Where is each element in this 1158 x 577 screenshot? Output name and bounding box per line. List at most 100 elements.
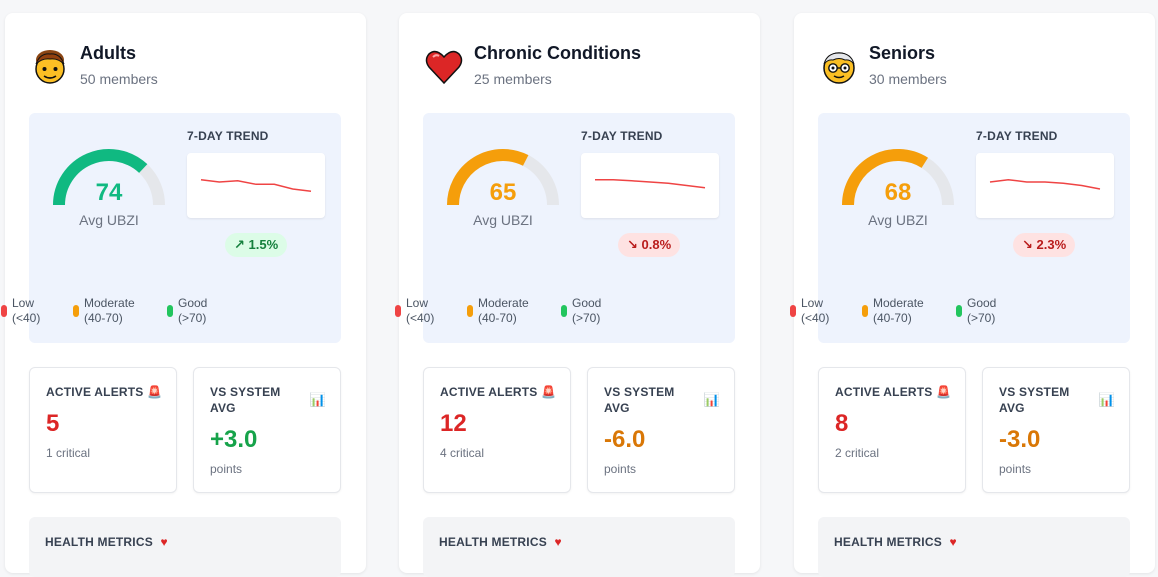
- group-card-adults[interactable]: Adults 50 members 74 Avg UBZI 7-DAY TREN…: [1, 13, 366, 577]
- legend-low-range: (<40): [12, 311, 41, 325]
- legend-low-dot: [1, 305, 7, 317]
- legend-moderate-range: (40-70): [478, 311, 517, 325]
- legend-moderate: Moderate (40-70): [478, 296, 529, 326]
- legend-good: Good (>70): [572, 296, 601, 326]
- active-alerts-count: 8: [835, 410, 849, 437]
- active-alerts-title-text: ACTIVE ALERTS: [440, 385, 538, 399]
- vs-system-avg-unit: points: [999, 462, 1032, 476]
- ubzi-panel: 65 Avg UBZI 7-DAY TREND ↘ 0.8% Low (<40)…: [395, 113, 735, 343]
- avg-ubzi-label: Avg UBZI: [473, 212, 533, 228]
- ubzi-panel: 74 Avg UBZI 7-DAY TREND ↗ 1.5% Low (<40)…: [1, 113, 341, 343]
- legend-moderate-range: (40-70): [84, 311, 123, 325]
- health-metrics-section: HEALTH METRICS ♥: [818, 517, 1130, 577]
- vs-system-avg-card[interactable]: VS SYSTEM AVG 📊 -6.0 points: [587, 367, 735, 493]
- legend-moderate-label: Moderate: [84, 296, 135, 310]
- card-header: Seniors 30 members: [819, 43, 1139, 93]
- group-title: Chronic Conditions: [474, 43, 641, 63]
- active-alerts-title: ACTIVE ALERTS 🚨: [440, 384, 556, 400]
- vs-system-avg-value: -3.0: [999, 426, 1041, 453]
- vs-system-avg-value: +3.0: [210, 426, 258, 453]
- legend-good: Good (>70): [178, 296, 207, 326]
- health-metrics-title-text: HEALTH METRICS: [45, 535, 153, 549]
- health-metrics-section: HEALTH METRICS ♥: [423, 517, 735, 577]
- legend-moderate-dot: [73, 305, 79, 317]
- group-card-chronic-conditions[interactable]: Chronic Conditions 25 members 65 Avg UBZ…: [395, 13, 760, 577]
- vs-system-avg-unit: points: [210, 462, 243, 476]
- trend-change-badge: ↘ 0.8%: [618, 233, 681, 257]
- vs-system-avg-title: VS SYSTEM AVG: [604, 384, 674, 416]
- health-metrics-title-text: HEALTH METRICS: [439, 535, 547, 549]
- legend-good-range: (>70): [967, 311, 996, 325]
- active-alerts-count: 5: [46, 410, 60, 437]
- heart-icon: ♥: [949, 535, 957, 549]
- heart-icon: [424, 47, 464, 87]
- card-header: Chronic Conditions 25 members: [424, 43, 744, 93]
- active-alerts-card[interactable]: ACTIVE ALERTS 🚨 12 4 critical: [423, 367, 571, 493]
- legend-low-dot: [790, 305, 796, 317]
- member-count: 50 members: [80, 71, 158, 87]
- health-metrics-title-text: HEALTH METRICS: [834, 535, 942, 549]
- legend-good-range: (>70): [178, 311, 207, 325]
- vs-system-avg-title: VS SYSTEM AVG: [999, 384, 1069, 416]
- avg-ubzi-value: 68: [884, 179, 912, 206]
- heart-icon: ♥: [554, 535, 562, 549]
- active-alerts-card[interactable]: ACTIVE ALERTS 🚨 5 1 critical: [29, 367, 177, 493]
- legend-moderate-label: Moderate: [478, 296, 529, 310]
- health-metrics-section: HEALTH METRICS ♥: [29, 517, 341, 577]
- trend-change-badge: ↗ 1.5%: [225, 233, 288, 257]
- trend-change-badge: ↘ 2.3%: [1013, 233, 1076, 257]
- legend-low: Low (<40): [406, 296, 434, 326]
- health-metrics-title: HEALTH METRICS ♥: [439, 535, 562, 549]
- legend-good-dot: [167, 305, 173, 317]
- vs-system-avg-title: VS SYSTEM AVG: [210, 384, 280, 416]
- legend-moderate: Moderate (40-70): [873, 296, 924, 326]
- vs-system-avg-card[interactable]: VS SYSTEM AVG 📊 +3.0 points: [193, 367, 341, 493]
- vs-system-avg-card[interactable]: VS SYSTEM AVG 📊 -3.0 points: [982, 367, 1130, 493]
- legend-moderate-label: Moderate: [873, 296, 924, 310]
- member-count: 30 members: [869, 71, 947, 87]
- avg-ubzi-label: Avg UBZI: [79, 212, 139, 228]
- active-alerts-title: ACTIVE ALERTS 🚨: [46, 384, 162, 400]
- vs-title-line2: AVG: [210, 401, 236, 415]
- legend-moderate: Moderate (40-70): [84, 296, 135, 326]
- legend-low-range: (<40): [801, 311, 830, 325]
- legend-low-label: Low: [406, 296, 429, 310]
- trend-line: [989, 178, 1101, 190]
- heart-icon: ♥: [160, 535, 168, 549]
- active-alerts-sub: 4 critical: [440, 446, 485, 460]
- legend-good-label: Good: [572, 296, 602, 310]
- vs-title-line2: AVG: [999, 401, 1025, 415]
- legend-good-dot: [561, 305, 567, 317]
- vs-title-line1: VS SYSTEM: [999, 385, 1070, 399]
- ubzi-panel: 68 Avg UBZI 7-DAY TREND ↘ 2.3% Low (<40)…: [790, 113, 1130, 343]
- legend-good-range: (>70): [572, 311, 601, 325]
- health-metrics-title: HEALTH METRICS ♥: [834, 535, 957, 549]
- trend-sparkline: [187, 153, 325, 218]
- vs-title-line2: AVG: [604, 401, 630, 415]
- legend-low-range: (<40): [406, 311, 435, 325]
- older-face-icon: [819, 47, 859, 87]
- bar-chart-icon: 📊: [1098, 392, 1115, 407]
- bar-chart-icon: 📊: [309, 392, 326, 407]
- avg-ubzi-label: Avg UBZI: [868, 212, 928, 228]
- vs-system-avg-unit: points: [604, 462, 637, 476]
- bar-chart-icon: 📊: [703, 392, 720, 407]
- legend-low-label: Low: [801, 296, 824, 310]
- active-alerts-sub: 2 critical: [835, 446, 880, 460]
- trend-title: 7-DAY TREND: [581, 129, 663, 143]
- legend-moderate-dot: [467, 305, 473, 317]
- trend-line: [595, 178, 706, 189]
- trend-title: 7-DAY TREND: [976, 129, 1058, 143]
- active-alerts-title-text: ACTIVE ALERTS: [46, 385, 144, 399]
- vs-title-line1: VS SYSTEM: [604, 385, 675, 399]
- adult-face-icon: [30, 47, 70, 87]
- active-alerts-card[interactable]: ACTIVE ALERTS 🚨 8 2 critical: [818, 367, 966, 493]
- health-metrics-title: HEALTH METRICS ♥: [45, 535, 168, 549]
- active-alerts-title: ACTIVE ALERTS 🚨: [835, 384, 951, 400]
- member-count: 25 members: [474, 71, 552, 87]
- legend-low: Low (<40): [12, 296, 40, 326]
- legend-low-label: Low: [12, 296, 35, 310]
- siren-icon: 🚨: [936, 385, 952, 399]
- group-card-seniors[interactable]: Seniors 30 members 68 Avg UBZI 7-DAY TRE…: [790, 13, 1155, 577]
- trend-title: 7-DAY TREND: [187, 129, 269, 143]
